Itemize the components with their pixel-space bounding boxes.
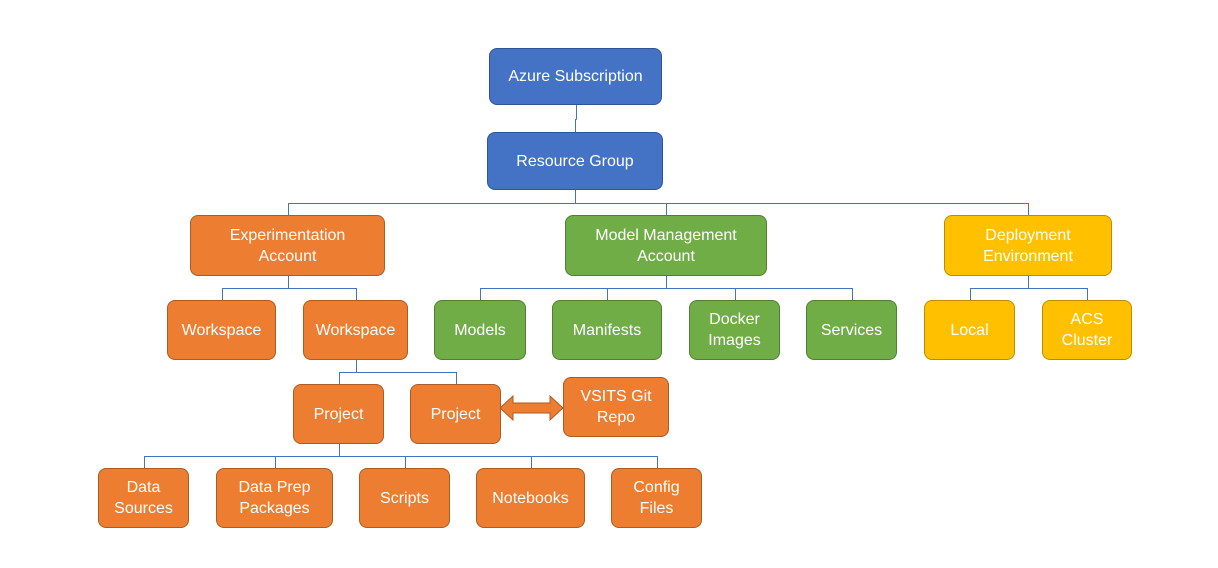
node-docker-images[interactable]: Docker Images <box>689 300 780 360</box>
node-scripts[interactable]: Scripts <box>359 468 450 528</box>
node-data-sources[interactable]: Data Sources <box>98 468 189 528</box>
node-notebooks[interactable]: Notebooks <box>476 468 585 528</box>
connector-workspace_2 <box>339 360 457 384</box>
connector-resource_group <box>288 190 1029 215</box>
connector-azure_subscription <box>575 105 577 132</box>
node-manifests[interactable]: Manifests <box>552 300 662 360</box>
node-deployment-environment[interactable]: Deployment Environment <box>944 215 1112 276</box>
node-model-management-account[interactable]: Model Management Account <box>565 215 767 276</box>
node-workspace-1[interactable]: Workspace <box>167 300 276 360</box>
connector-project_1 <box>144 444 658 468</box>
diagram-canvas: Azure Subscription Resource Group Experi… <box>0 0 1218 568</box>
connector-experimentation_account <box>222 276 357 300</box>
node-azure-subscription[interactable]: Azure Subscription <box>489 48 662 105</box>
node-workspace-2[interactable]: Workspace <box>303 300 408 360</box>
node-resource-group[interactable]: Resource Group <box>487 132 663 190</box>
node-config-files[interactable]: Config Files <box>611 468 702 528</box>
node-experimentation-account[interactable]: Experimentation Account <box>190 215 385 276</box>
bidirectional-arrow-project-vsits <box>499 394 564 422</box>
connector-model_management_account <box>480 276 853 300</box>
node-local[interactable]: Local <box>924 300 1015 360</box>
node-acs-cluster[interactable]: ACS Cluster <box>1042 300 1132 360</box>
node-services[interactable]: Services <box>806 300 897 360</box>
node-project-1[interactable]: Project <box>293 384 384 444</box>
node-models[interactable]: Models <box>434 300 526 360</box>
node-vsits-git-repo[interactable]: VSITS Git Repo <box>563 377 669 437</box>
node-data-prep-packages[interactable]: Data Prep Packages <box>216 468 333 528</box>
connector-deployment_environment <box>970 276 1088 300</box>
node-project-2[interactable]: Project <box>410 384 501 444</box>
